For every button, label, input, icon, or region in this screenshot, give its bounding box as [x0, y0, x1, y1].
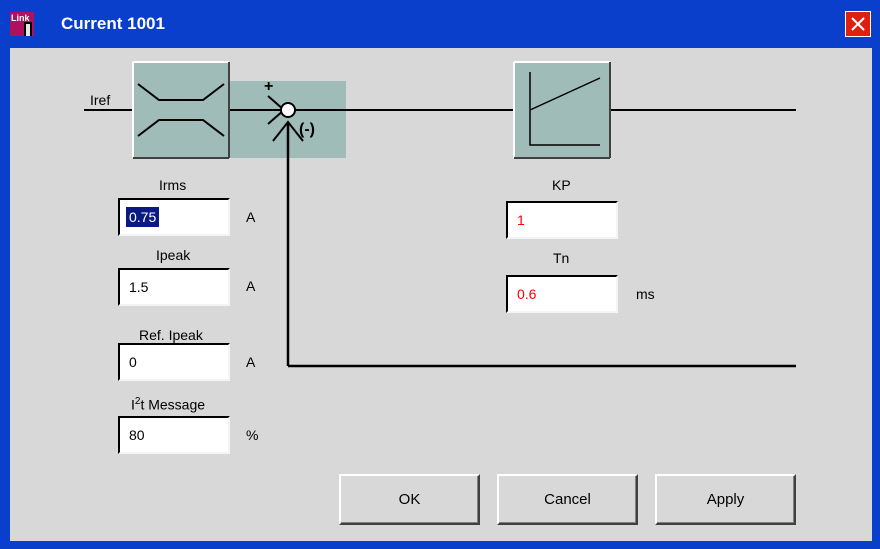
app-icon-text: Link: [11, 13, 30, 23]
irms-input[interactable]: 0.75: [118, 198, 230, 236]
i2t-label-rest: t Message: [140, 396, 206, 413]
i2t-message-value: 80: [129, 427, 145, 443]
kp-input[interactable]: 1: [506, 201, 618, 239]
i2t-message-input[interactable]: 80: [118, 416, 230, 454]
i2t-message-unit: %: [246, 427, 259, 443]
ref-ipeak-value: 0: [129, 354, 137, 370]
apply-button[interactable]: Apply: [655, 474, 796, 525]
ipeak-input[interactable]: 1.5: [118, 268, 230, 306]
tn-value: 0.6: [517, 286, 537, 302]
ipeak-value: 1.5: [129, 279, 149, 295]
kp-value: 1: [517, 212, 525, 228]
tn-input[interactable]: 0.6: [506, 275, 618, 313]
irms-value: 0.75: [126, 207, 160, 227]
app-icon: Link: [10, 12, 34, 36]
tn-label: Tn: [553, 250, 570, 266]
ref-ipeak-input[interactable]: 0: [118, 343, 230, 381]
minus-sign: (-): [299, 121, 315, 138]
dialog-window: Link Current 1001 Iref + (-) Irms 0.75 A…: [0, 0, 880, 549]
window-title: Current 1001: [61, 14, 165, 33]
close-button[interactable]: [845, 11, 871, 37]
title-bar[interactable]: Link Current 1001: [0, 0, 880, 48]
kp-label: KP: [552, 177, 571, 193]
i2t-message-label: I2t Message: [131, 396, 205, 413]
ok-button[interactable]: OK: [339, 474, 480, 525]
irms-unit: A: [246, 209, 256, 225]
pi-controller-block[interactable]: [513, 61, 611, 159]
close-icon: [851, 17, 865, 31]
tn-unit: ms: [636, 286, 655, 302]
ref-ipeak-label: Ref. Ipeak: [139, 327, 203, 343]
ipeak-label: Ipeak: [156, 247, 191, 263]
ipeak-unit: A: [246, 278, 256, 294]
ref-ipeak-unit: A: [246, 354, 256, 370]
cancel-button[interactable]: Cancel: [497, 474, 638, 525]
iref-label: Iref: [90, 92, 110, 108]
plus-sign: +: [264, 78, 273, 95]
irms-label: Irms: [159, 177, 187, 193]
limiter-block[interactable]: [132, 61, 230, 159]
dialog-client-area: Iref + (-) Irms 0.75 A Ipeak 1.5 A Ref. …: [10, 48, 872, 541]
